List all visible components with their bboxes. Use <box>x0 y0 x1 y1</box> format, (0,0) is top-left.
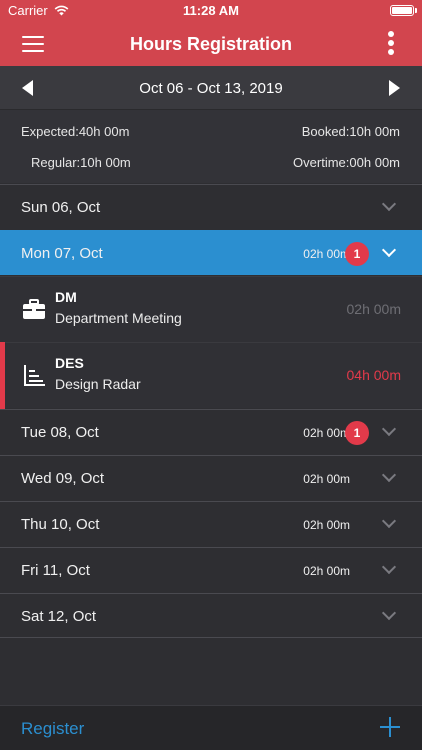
day-date: Thu 10, Oct <box>21 516 100 533</box>
day-date: Tue 08, Oct <box>21 424 99 441</box>
briefcase-icon <box>23 299 45 319</box>
day-hours: 02h 00m <box>303 564 350 578</box>
day-date: Sun 06, Oct <box>21 199 101 216</box>
day-hours: 02h 00m <box>303 518 350 532</box>
notification-badge: 1 <box>345 421 369 445</box>
day-hours: 02h 00m <box>303 426 350 440</box>
summary-regular: Regular10h 00m <box>31 155 131 170</box>
chart-icon <box>24 365 45 386</box>
day-row-fri[interactable]: Fri 11, Oct 02h 00m <box>0 547 422 592</box>
bottom-toolbar: Register <box>0 705 422 750</box>
chevron-down-icon <box>381 421 397 437</box>
day-date: Mon 07, Oct <box>21 245 103 262</box>
entry-row[interactable]: DES Design Radar 04h 00m <box>0 342 422 409</box>
day-row-tue[interactable]: Tue 08, Oct 02h 00m 1 <box>0 409 422 454</box>
day-date: Wed 09, Oct <box>21 470 105 487</box>
chevron-down-icon <box>381 605 397 621</box>
chevron-down-icon <box>381 242 397 258</box>
page-title: Hours Registration <box>129 34 293 54</box>
summary-expected: Expected40h 00m <box>21 124 129 139</box>
register-button[interactable]: Register <box>21 719 84 739</box>
summary-booked: Booked10h 00m <box>302 124 400 139</box>
entry-code: DM <box>55 289 77 305</box>
hours-summary: Expected40h 00m Booked10h 00m Regular10h… <box>0 110 422 183</box>
chevron-down-icon <box>381 467 397 483</box>
notification-badge: 1 <box>345 242 369 266</box>
day-date: Sat 12, Oct <box>21 608 97 625</box>
chevron-down-icon <box>381 196 397 212</box>
status-time: 11:28 AM <box>183 3 239 18</box>
chevron-down-icon <box>381 513 397 529</box>
week-selector: Oct 06 - Oct 13, 2019 <box>0 66 422 110</box>
day-row-sat[interactable]: Sat 12, Oct <box>0 593 422 638</box>
day-hours: 02h 00m <box>303 472 350 486</box>
day-row-thu[interactable]: Thu 10, Oct 02h 00m <box>0 501 422 546</box>
day-hours: 02h 00m <box>303 247 350 261</box>
day-row-sun[interactable]: Sun 06, Oct <box>0 184 422 229</box>
entry-name: Design Radar <box>55 376 141 392</box>
more-options-icon[interactable] <box>388 31 394 58</box>
battery-icon <box>390 5 417 16</box>
entry-hours: 02h 00m <box>346 301 401 317</box>
day-row-wed[interactable]: Wed 09, Oct 02h 00m <box>0 455 422 500</box>
add-icon[interactable] <box>380 717 400 737</box>
week-range: Oct 06 - Oct 13, 2019 <box>139 80 283 97</box>
summary-overtime: Overtime00h 00m <box>293 155 400 170</box>
next-week-icon[interactable] <box>389 80 400 96</box>
day-date: Fri 11, Oct <box>21 562 90 579</box>
entry-name: Department Meeting <box>55 310 182 326</box>
entry-code: DES <box>55 355 84 371</box>
nav-bar: Hours Registration <box>0 22 422 66</box>
day-row-mon[interactable]: Mon 07, Oct 02h 00m 1 <box>0 230 422 275</box>
status-bar: Carrier 11:28 AM <box>0 0 422 22</box>
entry-row[interactable]: DM Department Meeting 02h 00m <box>0 276 422 342</box>
entry-hours: 04h 00m <box>346 367 401 383</box>
chevron-down-icon <box>381 559 397 575</box>
